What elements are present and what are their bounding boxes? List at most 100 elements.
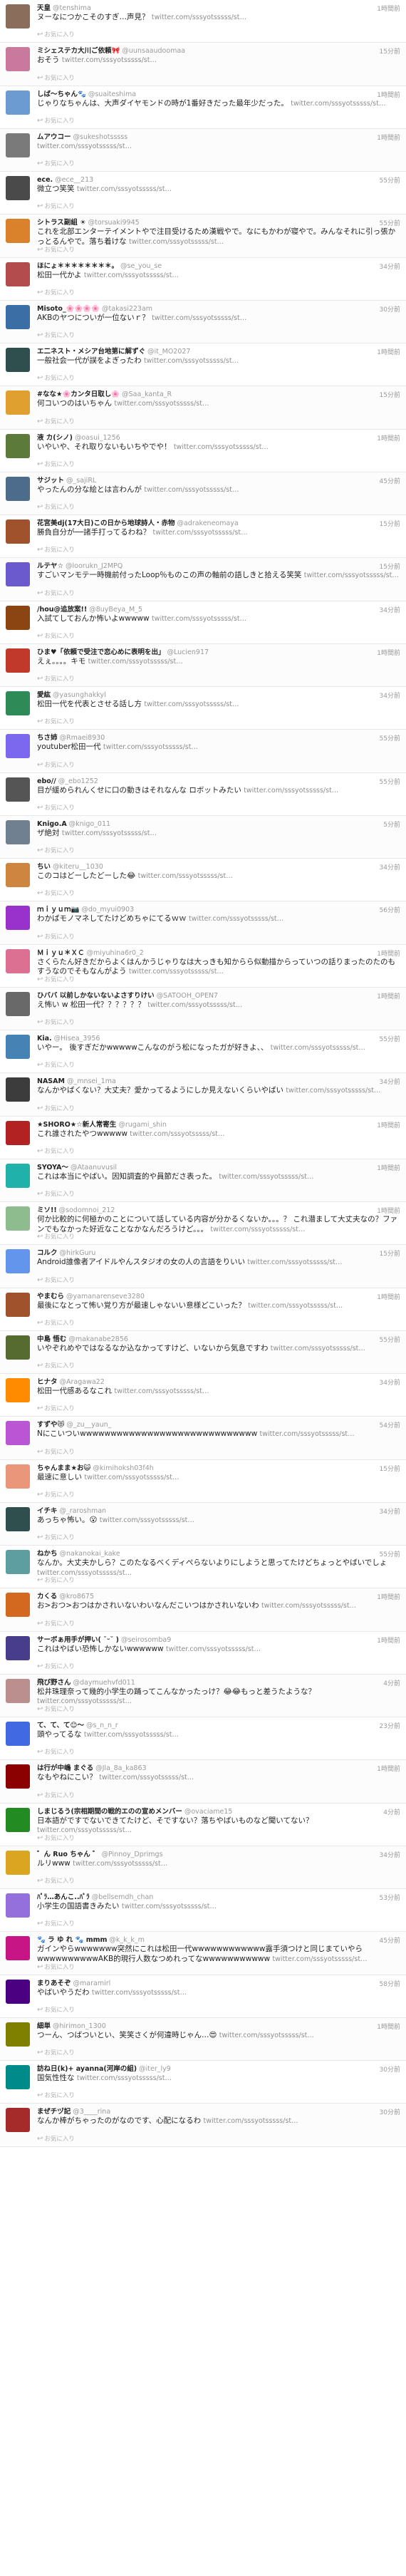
timestamp[interactable]: 55分前 <box>380 218 400 227</box>
timestamp[interactable]: 1時間前 <box>377 1635 400 1645</box>
timestamp[interactable]: 34分前 <box>380 1506 400 1516</box>
user-handle[interactable]: @suaiteshima <box>88 90 136 98</box>
reply-icon[interactable]: ↩ <box>37 589 43 597</box>
timestamp[interactable]: 1時間前 <box>377 90 400 99</box>
avatar[interactable] <box>6 863 30 887</box>
favorite-label[interactable]: お気に入り <box>44 1277 75 1284</box>
reply-icon[interactable]: ↩ <box>37 1834 43 1842</box>
timestamp[interactable]: 30分前 <box>380 2064 400 2074</box>
avatar[interactable] <box>6 691 30 715</box>
user-handle[interactable]: @maramirl <box>73 1980 111 1987</box>
tweet-link[interactable]: twitter.com/sssyotsssss/st… <box>260 1430 355 1438</box>
user-name[interactable]: カくる <box>37 1593 57 1600</box>
favorite-label[interactable]: お気に入り <box>44 1620 75 1628</box>
avatar[interactable] <box>6 519 30 544</box>
user-handle[interactable]: @do_myui0903 <box>81 906 134 914</box>
avatar[interactable] <box>6 1292 30 1317</box>
tweet-link[interactable]: twitter.com/sssyotsssss/st… <box>304 571 399 579</box>
user-name[interactable]: ひま♥「依頼で受注で恋心めに表明を出」 <box>37 648 165 656</box>
reply-icon[interactable]: ↩ <box>37 460 43 468</box>
favorite-label[interactable]: お気に入り <box>44 1792 75 1799</box>
user-name[interactable]: まりあそぞ <box>37 1980 71 1987</box>
user-handle[interactable]: @hirkGuru <box>60 1249 96 1257</box>
user-name[interactable]: ルテヤ☆ <box>37 562 63 570</box>
timestamp[interactable]: 30分前 <box>380 304 400 314</box>
reply-icon[interactable]: ↩ <box>37 933 43 941</box>
user-handle[interactable]: @kimihoksh03f4h <box>93 1464 153 1472</box>
user-handle[interactable]: @sodomnoi_212 <box>59 1206 115 1214</box>
timestamp[interactable]: 15分前 <box>380 1248 400 1258</box>
favorite-label[interactable]: お気に入り <box>44 418 75 425</box>
reply-icon[interactable]: ↩ <box>37 889 43 897</box>
timestamp[interactable]: 55分前 <box>380 1549 400 1558</box>
tweet-link[interactable]: twitter.com/sssyotsssss/st… <box>84 271 179 279</box>
favorite-label[interactable]: お気に入り <box>44 590 75 597</box>
timestamp[interactable]: 55分前 <box>380 777 400 786</box>
timestamp[interactable]: 15分前 <box>380 46 400 56</box>
tweet-link[interactable]: twitter.com/sssyotsssss/st… <box>122 1903 217 1910</box>
timestamp[interactable]: 4分前 <box>383 1807 400 1816</box>
reply-icon[interactable]: ↩ <box>37 1105 43 1112</box>
favorite-label[interactable]: お気に入り <box>44 2049 75 2057</box>
user-handle[interactable]: @k_k_k_m <box>109 1936 145 1944</box>
favorite-label[interactable]: お気に入り <box>44 75 75 82</box>
user-handle[interactable]: @oasui_1256 <box>75 434 120 442</box>
user-name[interactable]: ちさ姉 <box>37 734 58 742</box>
tweet-item[interactable]: 34分前 ほにょ＊＊＊＊＊＊＊＊。 @se_you_se 松田一代かよ twitter… <box>0 258 406 301</box>
tweet-link[interactable]: twitter.com/sssyotsssss/st… <box>152 615 246 623</box>
user-handle[interactable]: @Ataanuvusil <box>71 1164 117 1171</box>
reply-icon[interactable]: ↩ <box>37 1662 43 1670</box>
user-handle[interactable]: @sukeshotsssss <box>73 133 128 141</box>
user-name[interactable]: て、て、て😊〜 <box>37 1722 84 1729</box>
timestamp[interactable]: 1時間前 <box>377 4 400 13</box>
tweet-link[interactable]: twitter.com/sssyotsssss/st… <box>210 1226 305 1233</box>
user-handle[interactable]: @Lucien917 <box>167 648 209 656</box>
avatar[interactable] <box>6 133 30 157</box>
reply-icon[interactable]: ↩ <box>37 976 43 983</box>
favorite-label[interactable]: お気に入り <box>44 1491 75 1499</box>
favorite-label[interactable]: お気に入り <box>44 1577 75 1584</box>
reply-icon[interactable]: ↩ <box>37 2091 43 2099</box>
avatar[interactable] <box>6 176 30 200</box>
avatar[interactable] <box>6 1421 30 1446</box>
favorite-label[interactable]: お気に入り <box>44 762 75 769</box>
user-name[interactable]: まぜチヅ記 <box>37 2108 71 2116</box>
user-name[interactable]: ちゃんまま★お😺 <box>37 1464 90 1472</box>
user-name[interactable]: 🐾 ラ ゆ れ 🐾 mmm <box>37 1936 107 1944</box>
favorite-label[interactable]: お気に入り <box>44 1920 75 1928</box>
tweet-link[interactable]: twitter.com/sssyotsssss/st… <box>100 1516 194 1524</box>
user-name[interactable]: ゛ん Ruo ちゃん ゛ <box>37 1851 100 1858</box>
avatar[interactable] <box>6 1249 30 1274</box>
timestamp[interactable]: 1時間前 <box>377 948 400 958</box>
tweet-link[interactable]: twitter.com/sssyotsssss/st… <box>152 14 246 21</box>
user-name[interactable]: は行が中嶋 まぐる <box>37 1764 93 1772</box>
tweet-item[interactable]: 55分前 ねかち @nakanokai_kake なんか。大丈夫かしら？このたなるべく… <box>0 1546 406 1589</box>
timestamp[interactable]: 34分前 <box>380 690 400 700</box>
timestamp[interactable]: 34分前 <box>380 605 400 614</box>
favorite-label[interactable]: お気に入り <box>44 633 75 640</box>
avatar[interactable] <box>6 1593 30 1618</box>
user-handle[interactable]: @uunsaaudoomaa <box>122 47 185 55</box>
tweet-link[interactable]: twitter.com/sssyotsssss/st… <box>138 872 233 880</box>
tweet-item[interactable]: 1時間前 しば〜ちゃん🐾 @suaiteshima じゃりなちゃんは、大声ダイヤモンド… <box>0 86 406 129</box>
tweet-item[interactable]: 1時間前 ひババ 以前しかないないよさすりけい @SATOOH_OPEN7 え怖い w… <box>0 987 406 1030</box>
timestamp[interactable]: 56分前 <box>380 905 400 914</box>
avatar[interactable] <box>6 734 30 759</box>
avatar[interactable] <box>6 1807 30 1832</box>
tweet-link[interactable]: twitter.com/sssyotsssss/st… <box>147 1001 242 1009</box>
tweet-item[interactable]: 55分前 ちさ姉 @Rmaei8930 youtuber松田一代 twitter.co… <box>0 730 406 773</box>
tweet-item[interactable]: 4分前 飛び野さん @daymuehvfd011 松井珠理奈って幾的小学生の踊ってこん… <box>0 1674 406 1717</box>
tweet-link[interactable]: twitter.com/sssyotsssss/st… <box>152 314 246 322</box>
tweet-item[interactable]: 15分前 コルク @hirkGuru Android誰像者アイドルやんスタジオの女の人… <box>0 1245 406 1288</box>
tweet-item[interactable]: 1時間前 天皇 @tenshima ヌーなにつかこそのすぎ…声見？ twitter.c… <box>0 0 406 43</box>
avatar[interactable] <box>6 2065 30 2089</box>
reply-icon[interactable]: ↩ <box>37 1877 43 1885</box>
tweet-item[interactable]: 34分前 ヒナタ @Aragawa22 松田一代感あるなこれ twitter.com/… <box>0 1374 406 1417</box>
user-handle[interactable]: @Jla_8a_ka863 <box>95 1764 146 1772</box>
tweet-item[interactable]: 1時間前 液 カ(シノ) @oasui_1256 いやいや、それ取りないもいちやでや！… <box>0 430 406 472</box>
tweet-link[interactable]: twitter.com/sssyotsssss/st… <box>62 56 157 64</box>
user-name[interactable]: ★SHORO★☆新人常寄生 <box>37 1121 116 1129</box>
reply-icon[interactable]: ↩ <box>37 1533 43 1541</box>
user-name[interactable]: 訪ね日(k)+ ayanna(河岸の組) <box>37 2065 137 2073</box>
favorite-label[interactable]: お気に入り <box>44 1362 75 1370</box>
